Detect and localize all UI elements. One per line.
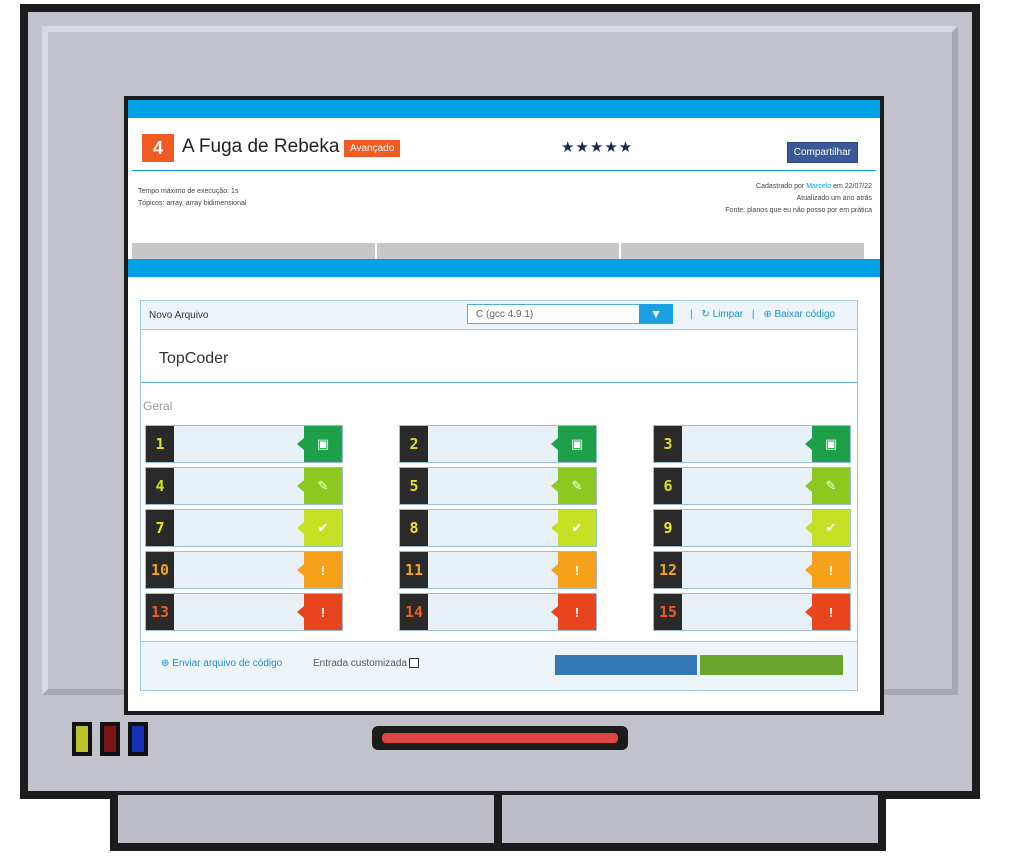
test-case-6[interactable]: 6 ✎ [653, 467, 851, 505]
tab-2[interactable] [376, 243, 620, 259]
test-case-number: 4 [146, 468, 174, 504]
top-bar [128, 100, 880, 118]
power-slot [372, 726, 628, 750]
test-case-number: 1 [146, 426, 174, 462]
send-file-link[interactable]: ⊕ Enviar arquivo de código [161, 658, 282, 669]
test-case-number: 14 [400, 594, 428, 630]
clear-button[interactable]: Limpar [713, 309, 744, 320]
green-action-button[interactable] [700, 655, 843, 675]
test-case-10[interactable]: 10! [145, 551, 343, 589]
chevron-down-icon[interactable]: ▼ [639, 304, 673, 324]
badge-icon: ▣ [551, 426, 596, 462]
test-case-5[interactable]: 5 ✎ [399, 467, 597, 505]
updated-line: Atualizado um ano atrás [796, 195, 873, 202]
test-case-number: 11 [400, 552, 428, 588]
test-case-2[interactable]: 2 ▣ [399, 425, 597, 463]
test-case-number: 9 [654, 510, 682, 546]
warning-icon: ! [805, 552, 850, 588]
test-case-number: 13 [146, 594, 174, 630]
code-area[interactable]: TopCoder [141, 330, 857, 383]
file-name: Novo Arquivo [149, 310, 209, 321]
topics: Tópicos: array, array bidimensional [138, 200, 247, 207]
test-case-11[interactable]: 11! [399, 551, 597, 589]
checkmark-icon: ✔ [805, 510, 850, 546]
problem-number: 4 [142, 134, 174, 162]
error-icon: ! [805, 594, 850, 630]
time-limit: Tempo máximo de execução: 1s [138, 188, 239, 195]
tab-1[interactable] [132, 243, 375, 259]
refresh-icon: ↻ [701, 309, 710, 320]
test-case-3[interactable]: 3 ▣ [653, 425, 851, 463]
share-button[interactable]: Compartilhar [786, 142, 858, 163]
results-section-label: Geral [143, 399, 173, 413]
test-case-number: 5 [400, 468, 428, 504]
problem-title: A Fuga de Rebeka [182, 136, 340, 157]
warning-icon: ! [551, 552, 596, 588]
indicator-leds [72, 722, 148, 756]
error-icon: ! [551, 594, 596, 630]
editor-toolbar: Novo Arquivo C (gcc 4.9.1) ▼ | ↻ Limpar … [141, 301, 857, 330]
rating-stars: ★★★★★ [561, 139, 634, 156]
tab-3[interactable] [621, 243, 865, 259]
custom-input-toggle[interactable]: Entrada customizada [313, 658, 419, 669]
led-red [100, 722, 120, 756]
problem-meta: Tempo máximo de execução: 1s Tópicos: ar… [128, 171, 880, 227]
warning-icon: ! [297, 552, 342, 588]
code-editor-panel: Novo Arquivo C (gcc 4.9.1) ▼ | ↻ Limpar … [140, 300, 858, 691]
author-line: Cadastrado por Marcelo em 22/07/22 [756, 183, 872, 190]
language-value: C (gcc 4.9.1) [476, 309, 534, 320]
section-tabs [132, 243, 865, 259]
clipboard-check-icon: ✎ [551, 468, 596, 504]
test-case-number: 3 [654, 426, 682, 462]
error-icon: ! [297, 594, 342, 630]
editor-actions: | ↻ Limpar | ⊕ Baixar código [690, 309, 836, 320]
test-case-14[interactable]: 14! [399, 593, 597, 631]
test-case-number: 6 [654, 468, 682, 504]
monitor-stand [110, 795, 886, 851]
checkmark-icon: ✔ [551, 510, 596, 546]
test-case-number: 12 [654, 552, 682, 588]
custom-input-checkbox[interactable] [408, 658, 419, 669]
test-case-number: 7 [146, 510, 174, 546]
code-text: TopCoder [159, 350, 229, 367]
plus-circle-icon: ⊕ [763, 309, 772, 320]
badge-icon: ▣ [297, 426, 342, 462]
test-case-12[interactable]: 12! [653, 551, 851, 589]
language-select[interactable]: C (gcc 4.9.1) ▼ [467, 304, 673, 324]
led-yellow [72, 722, 92, 756]
clipboard-check-icon: ✎ [805, 468, 850, 504]
screen: 4 A Fuga de Rebeka Avançado ★★★★★ Compar… [124, 96, 884, 715]
editor-footer: ⊕ Enviar arquivo de código Entrada custo… [141, 641, 857, 690]
problem-header: 4 A Fuga de Rebeka Avançado ★★★★★ Compar… [132, 118, 876, 171]
badge-icon: ▣ [805, 426, 850, 462]
source-line: Fonte: planos que eu não posso por em pr… [725, 207, 872, 214]
level-badge: Avançado [344, 140, 401, 157]
test-case-4[interactable]: 4 ✎ [145, 467, 343, 505]
test-case-number: 8 [400, 510, 428, 546]
author-link[interactable]: Marcelo [806, 183, 831, 190]
led-blue [128, 722, 148, 756]
section-bar [128, 259, 880, 277]
test-case-9[interactable]: 9 ✔ [653, 509, 851, 547]
clipboard-check-icon: ✎ [297, 468, 342, 504]
test-case-number: 2 [400, 426, 428, 462]
test-case-15[interactable]: 15! [653, 593, 851, 631]
test-case-7[interactable]: 7 ✔ [145, 509, 343, 547]
download-code-link[interactable]: Baixar código [774, 309, 835, 320]
blue-action-button[interactable] [555, 655, 697, 675]
test-case-13[interactable]: 13! [145, 593, 343, 631]
test-case-number: 10 [146, 552, 174, 588]
test-case-1[interactable]: 1 ▣ [145, 425, 343, 463]
test-case-8[interactable]: 8 ✔ [399, 509, 597, 547]
checkmark-icon: ✔ [297, 510, 342, 546]
test-case-number: 15 [654, 594, 682, 630]
